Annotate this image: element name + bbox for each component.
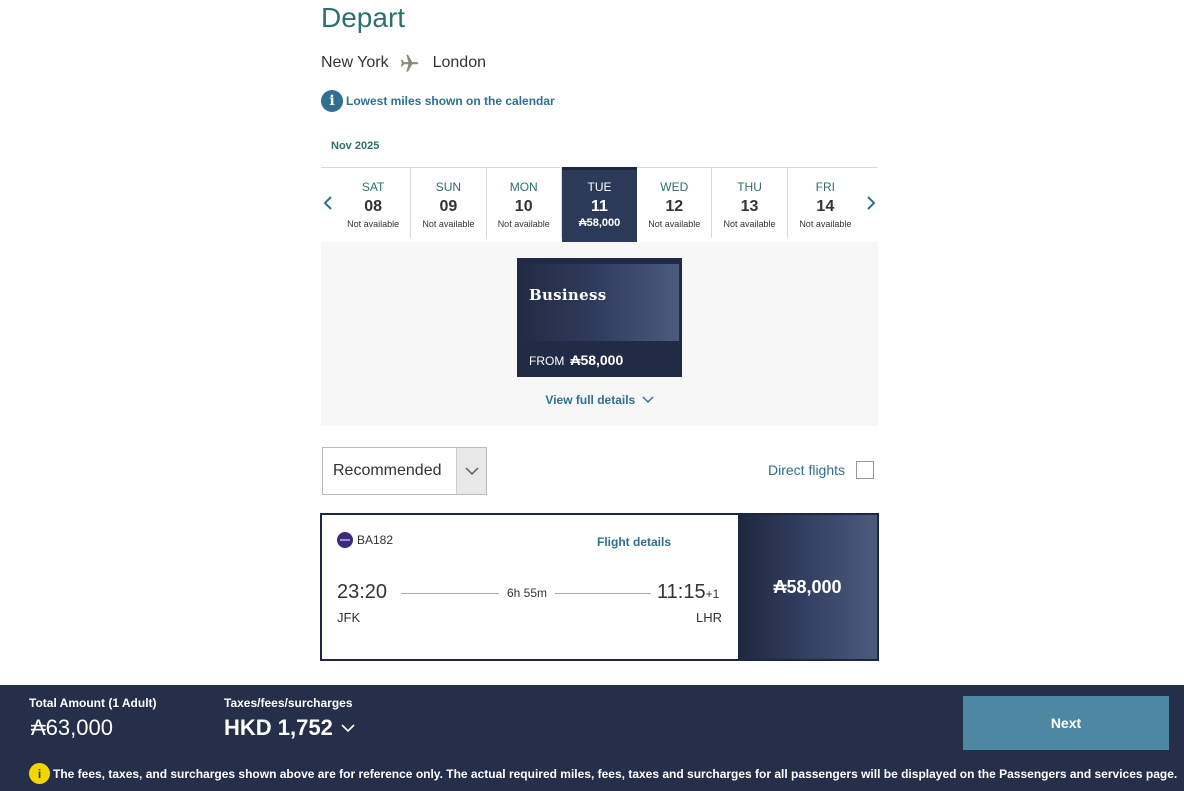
day-availability: Not available	[648, 219, 701, 229]
day-number: 11	[591, 198, 608, 215]
view-full-details-link[interactable]: View full details	[321, 393, 878, 407]
total-amount-value: ₳63,000	[31, 715, 113, 740]
taxes-value: HKD 1,752	[224, 715, 333, 740]
direct-flights-checkbox[interactable]	[856, 461, 875, 479]
flight-details-link[interactable]: Flight details	[597, 535, 671, 549]
flight-number: BA182	[357, 533, 394, 547]
date-calendar: SAT 08 Not available SUN 09 Not available MON 1…	[321, 167, 878, 242]
origin-city: New York	[321, 54, 389, 71]
airplane-icon	[399, 52, 421, 74]
arrival-time-value: 11:15	[657, 581, 706, 603]
info-icon: i	[321, 90, 343, 112]
day-of-week: THU	[737, 180, 762, 194]
cabin-price: FROM ₳58,000	[529, 352, 623, 368]
date-strip: SAT 08 Not available SUN 09 Not available MON 1…	[336, 167, 863, 242]
day-lowest-miles: ₳58,000	[578, 217, 621, 229]
day-number: 08	[364, 198, 383, 215]
day-availability: Not available	[723, 219, 776, 229]
fees-notice: i The fees, taxes, and surcharges shown …	[29, 763, 1177, 784]
flight-price-button[interactable]: ₳58,000	[738, 515, 877, 659]
day-availability: Not available	[799, 219, 852, 229]
chevron-down-icon	[341, 723, 355, 733]
total-amount-label: Total Amount (1 Adult)	[29, 696, 157, 710]
day-of-week: SUN	[435, 180, 462, 194]
route-line	[555, 593, 651, 594]
day-of-week: WED	[660, 180, 689, 194]
calendar-month: Nov 2025	[331, 140, 380, 152]
calendar-info: i Lowest miles shown on the calendar	[321, 90, 555, 112]
calendar-day-09[interactable]: SUN 09 Not available	[411, 168, 487, 238]
previous-dates-button[interactable]	[321, 168, 335, 238]
next-dates-button[interactable]	[864, 168, 878, 238]
day-number: 10	[514, 198, 533, 215]
flight-selection-page: Depart New York London i Lowest miles sh…	[0, 0, 1184, 791]
chevron-down-icon	[642, 396, 654, 403]
arrival-airport: LHR	[696, 610, 723, 625]
departure-time: 23:20	[337, 581, 388, 603]
day-number: 13	[740, 198, 759, 215]
sort-select[interactable]: Recommended	[322, 447, 487, 495]
arrival-day-offset: +1	[705, 587, 720, 601]
chevron-left-icon	[323, 196, 332, 210]
departure-airport: JFK	[337, 610, 361, 625]
chevron-down-icon	[456, 448, 486, 494]
cabin-name: Business	[529, 286, 607, 304]
calendar-day-12[interactable]: WED 12 Not available	[637, 168, 713, 238]
route-summary: New York London	[321, 52, 486, 74]
flight-result-card[interactable]: BA182 Flight details 23:20 JFK 6h 55m 11…	[320, 513, 879, 661]
fees-notice-text: The fees, taxes, and surcharges shown ab…	[53, 766, 1178, 781]
calendar-day-14[interactable]: FRI 14 Not available	[788, 168, 863, 238]
calendar-day-10[interactable]: MON 10 Not available	[487, 168, 562, 238]
destination-city: London	[432, 54, 486, 71]
cabin-panel: Business FROM ₳58,000 View full details	[321, 242, 878, 426]
business-cabin-card[interactable]: Business FROM ₳58,000	[517, 258, 682, 377]
day-availability: Not available	[422, 219, 475, 229]
page-title: Depart	[321, 2, 406, 33]
cabin-from-label: FROM	[529, 354, 565, 368]
flight-duration: 6h 55m	[507, 586, 548, 600]
day-of-week: SAT	[361, 180, 385, 194]
direct-flights-label: Direct flights	[768, 462, 846, 478]
cabin-price-value: ₳58,000	[570, 352, 624, 368]
next-button[interactable]: Next	[963, 696, 1169, 750]
calendar-day-13[interactable]: THU 13 Not available	[712, 168, 788, 238]
calendar-info-text: Lowest miles shown on the calendar	[346, 94, 555, 108]
day-of-week: MON	[509, 180, 538, 194]
booking-summary-bar: Total Amount (1 Adult) ₳63,000 Taxes/fee…	[0, 685, 1184, 791]
flight-price: ₳58,000	[773, 576, 842, 597]
sort-selected-value: Recommended	[333, 462, 442, 479]
flight-carrier: BA182	[337, 532, 393, 548]
taxes-label: Taxes/fees/surcharges	[224, 696, 353, 710]
day-availability: Not available	[497, 219, 550, 229]
calendar-day-11[interactable]: TUE 11 ₳58,000	[561, 167, 638, 242]
arrival-time: 11:15+1	[657, 581, 719, 604]
airline-logo-icon	[337, 532, 353, 548]
day-number: 09	[439, 198, 458, 215]
day-of-week: FRI	[815, 180, 835, 194]
calendar-day-08[interactable]: SAT 08 Not available	[336, 168, 412, 238]
day-of-week: TUE	[587, 180, 612, 194]
day-availability: Not available	[347, 219, 400, 229]
day-number: 12	[665, 198, 684, 215]
direct-flights-filter: Direct flights	[768, 461, 875, 479]
day-number: 14	[816, 198, 835, 215]
chevron-right-icon	[867, 196, 876, 210]
route-line	[401, 593, 499, 594]
taxes-toggle[interactable]: HKD 1,752	[224, 715, 355, 741]
warning-icon: i	[29, 763, 50, 784]
view-full-details-label: View full details	[545, 393, 636, 407]
